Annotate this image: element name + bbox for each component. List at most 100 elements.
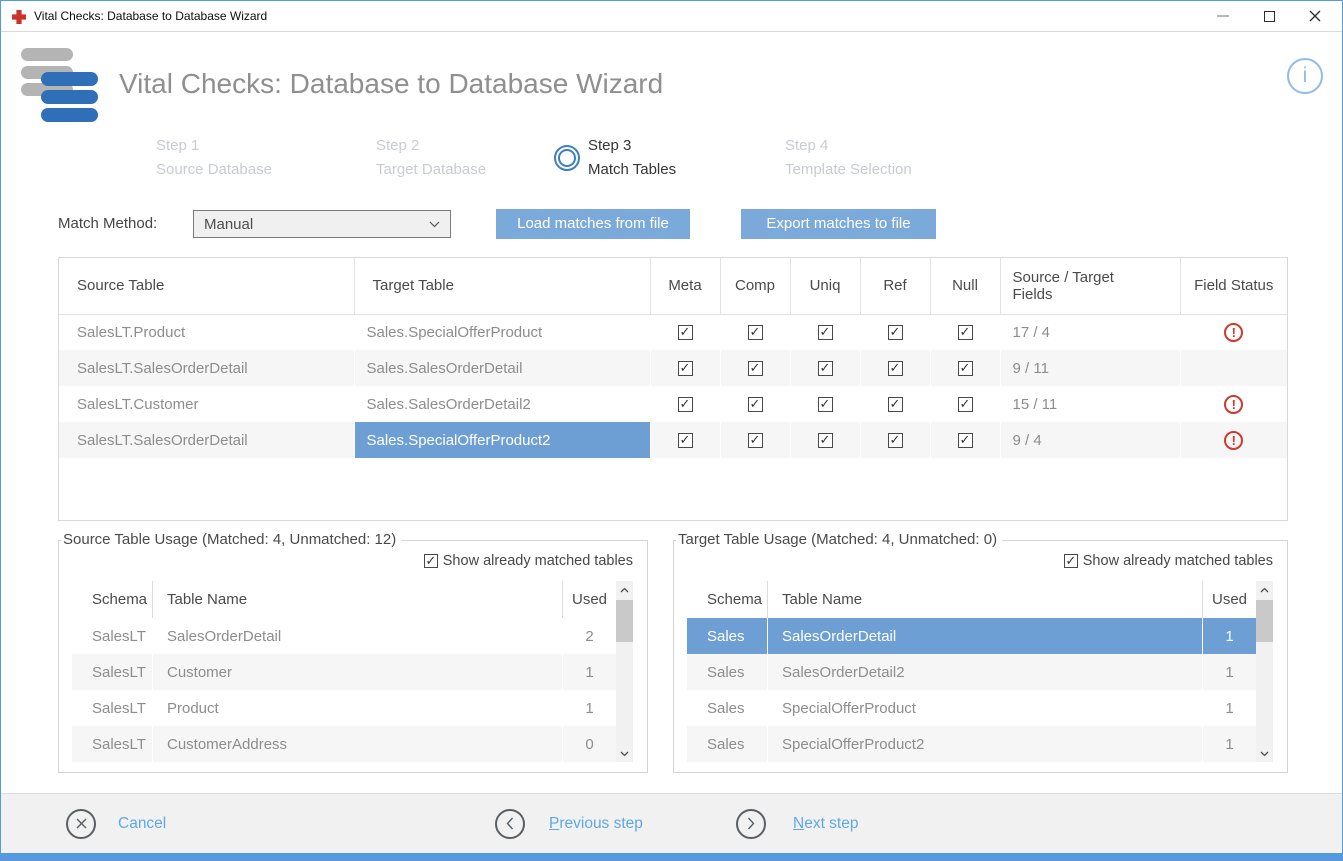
list-item[interactable]: SalesSpecialOfferProduct21 [687, 726, 1273, 762]
checkbox[interactable] [678, 325, 693, 340]
previous-step-button[interactable]: Previous step [495, 794, 643, 853]
table-name-cell: CustomerAddress [152, 726, 562, 762]
column-header-used[interactable]: Used [562, 581, 616, 618]
scrollbar-thumb[interactable] [1256, 600, 1273, 642]
checkbox[interactable] [748, 325, 763, 340]
scrollbar-up-icon[interactable] [616, 581, 633, 598]
active-step-circle-icon [554, 145, 580, 171]
checkbox[interactable] [748, 433, 763, 448]
checkbox[interactable] [888, 361, 903, 376]
list-item[interactable]: SalesSpecialOfferProduct1 [687, 690, 1273, 726]
source-table-cell[interactable]: SalesLT.SalesOrderDetail [59, 350, 354, 386]
list-item[interactable]: SalesLTCustomerAddress0 [72, 726, 633, 762]
used-cell: 0 [562, 726, 616, 762]
checkbox-cell [860, 314, 930, 350]
show-matched-checkbox[interactable] [424, 554, 438, 568]
column-header-null[interactable]: Null [930, 258, 1000, 314]
checkbox[interactable] [958, 397, 973, 412]
export-matches-button[interactable]: Export matches to file [741, 209, 936, 239]
list-item[interactable]: SalesLTCustomer1 [72, 654, 633, 690]
checkbox[interactable] [888, 397, 903, 412]
checkbox[interactable] [678, 397, 693, 412]
error-icon: ! [1224, 395, 1243, 414]
scrollbar-up-icon[interactable] [1256, 581, 1273, 598]
table-row[interactable]: SalesLT.SalesOrderDetailSales.SpecialOff… [59, 422, 1287, 458]
table-name-cell: SalesOrderDetail [767, 618, 1202, 654]
footer-bar: Cancel Previous step Next step [1, 793, 1342, 853]
table-name-cell: SpecialOfferProduct2 [767, 726, 1202, 762]
checkbox[interactable] [818, 433, 833, 448]
list-item[interactable]: SalesLTSalesOrderDetail2 [72, 618, 633, 654]
cancel-button[interactable]: Cancel [66, 794, 166, 853]
checkbox-cell [930, 386, 1000, 422]
column-header-table-name[interactable]: Table Name [152, 581, 562, 618]
source-table-cell[interactable]: SalesLT.SalesOrderDetail [59, 422, 354, 458]
checkbox[interactable] [678, 433, 693, 448]
checkbox[interactable] [818, 397, 833, 412]
step-name: Target Database [376, 158, 486, 182]
next-step-button[interactable]: Next step [736, 794, 858, 853]
checkbox-cell [790, 350, 860, 386]
checkbox[interactable] [958, 325, 973, 340]
show-matched-checkbox[interactable] [1064, 554, 1078, 568]
column-header-used[interactable]: Used [1202, 581, 1256, 618]
column-header-meta[interactable]: Meta [650, 258, 720, 314]
used-cell: 2 [562, 618, 616, 654]
table-row[interactable]: SalesLT.ProductSales.SpecialOfferProduct… [59, 314, 1287, 350]
target-show-matched-toggle[interactable]: Show already matched tables [1064, 553, 1273, 569]
checkbox[interactable] [818, 325, 833, 340]
checkbox-cell [930, 314, 1000, 350]
column-header-field-status[interactable]: Field Status [1180, 258, 1287, 314]
column-header-comp[interactable]: Comp [720, 258, 790, 314]
column-header-target-table[interactable]: Target Table [354, 258, 650, 314]
checkbox[interactable] [748, 397, 763, 412]
target-table-cell[interactable]: Sales.SalesOrderDetail2 [354, 386, 650, 422]
table-name-cell: SalesOrderDetail [152, 618, 562, 654]
schema-cell: Sales [687, 700, 767, 717]
target-table-cell[interactable]: Sales.SpecialOfferProduct [354, 314, 650, 350]
target-table-cell[interactable]: Sales.SalesOrderDetail [354, 350, 650, 386]
column-header-schema[interactable]: Schema [72, 591, 152, 608]
column-header-schema[interactable]: Schema [687, 591, 767, 608]
checkbox[interactable] [888, 433, 903, 448]
list-item[interactable]: SalesSalesOrderDetail1 [687, 618, 1273, 654]
used-cell: 1 [562, 654, 616, 690]
column-header-ref[interactable]: Ref [860, 258, 930, 314]
source-table-cell[interactable]: SalesLT.Customer [59, 386, 354, 422]
list-item[interactable]: SalesLTProduct1 [72, 690, 633, 726]
match-method-select[interactable]: Manual [193, 210, 451, 238]
target-usage-title: Target Table Usage (Matched: 4, Unmatche… [676, 531, 1002, 548]
column-header-source-table[interactable]: Source Table [59, 258, 354, 314]
scrollbar-down-icon[interactable] [616, 745, 633, 762]
checkbox[interactable] [958, 361, 973, 376]
source-usage-scrollbar[interactable] [616, 581, 633, 762]
table-row[interactable]: SalesLT.SalesOrderDetailSales.SalesOrder… [59, 350, 1287, 386]
target-usage-scrollbar[interactable] [1256, 581, 1273, 762]
close-button[interactable] [1295, 1, 1335, 31]
checkbox[interactable] [678, 361, 693, 376]
load-matches-button[interactable]: Load matches from file [496, 209, 690, 239]
column-header-fields[interactable]: Source / Target Fields [1000, 258, 1180, 314]
column-header-table-name[interactable]: Table Name [767, 581, 1202, 618]
source-show-matched-toggle[interactable]: Show already matched tables [424, 553, 633, 569]
maximize-button[interactable] [1249, 1, 1289, 31]
match-table-header-row: Source Table Target Table Meta Comp Uniq… [59, 258, 1287, 314]
info-icon[interactable]: i [1287, 58, 1323, 94]
column-header-uniq[interactable]: Uniq [790, 258, 860, 314]
list-item[interactable]: SalesSalesOrderDetail21 [687, 654, 1273, 690]
target-table-cell[interactable]: Sales.SpecialOfferProduct2 [354, 422, 650, 458]
scrollbar-thumb[interactable] [616, 600, 633, 642]
checkbox[interactable] [748, 361, 763, 376]
minimize-button[interactable] [1203, 1, 1243, 31]
checkbox[interactable] [958, 433, 973, 448]
checkbox[interactable] [888, 325, 903, 340]
checkbox-cell [720, 422, 790, 458]
checkbox[interactable] [818, 361, 833, 376]
table-row[interactable]: SalesLT.CustomerSales.SalesOrderDetail21… [59, 386, 1287, 422]
scrollbar-down-icon[interactable] [1256, 745, 1273, 762]
checkbox-cell [930, 422, 1000, 458]
app-window: Vital Checks: Database to Database Wizar… [0, 0, 1343, 861]
used-cell: 1 [562, 690, 616, 726]
used-cell: 1 [1202, 654, 1256, 690]
source-table-cell[interactable]: SalesLT.Product [59, 314, 354, 350]
